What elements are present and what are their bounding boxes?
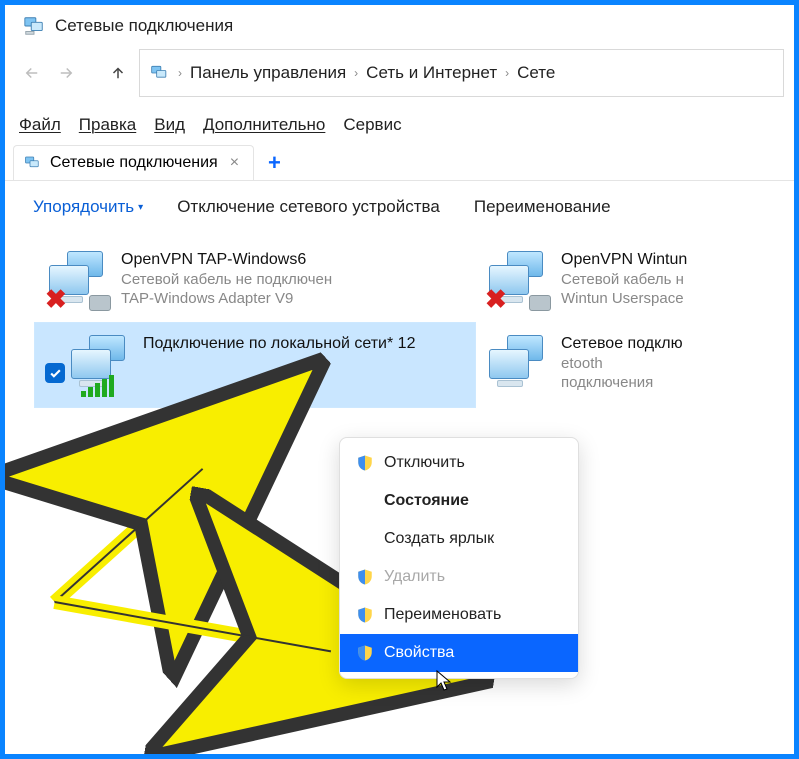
shield-icon	[356, 644, 374, 662]
cursor-icon	[435, 669, 455, 698]
rename-button[interactable]: Переименование	[474, 197, 611, 217]
ctx-disable[interactable]: Отключить	[340, 444, 578, 482]
menu-service[interactable]: Сервис	[343, 115, 401, 135]
nav-up-button[interactable]	[105, 60, 131, 86]
connection-status: Сетевой кабель н	[561, 271, 687, 288]
address-icon	[150, 63, 170, 83]
connection-item[interactable]: ✖ OpenVPN Wintun Сетевой кабель н Wintun…	[475, 239, 735, 323]
connection-status: etooth	[561, 355, 683, 372]
nav-row: › Панель управления › Сеть и Интернет › …	[5, 43, 794, 97]
toolbar: Упорядочить ▾ Отключение сетевого устрой…	[5, 181, 794, 233]
connection-adapter: Wintun Userspace	[561, 290, 687, 307]
connection-name: Подключение по локальной сети* 12	[143, 335, 415, 353]
breadcrumb-seg-1[interactable]: Сеть и Интернет	[366, 63, 497, 83]
network-connected-icon	[67, 333, 131, 397]
breadcrumb-seg-0[interactable]: Панель управления	[190, 63, 346, 83]
connection-status: Сетевой кабель не подключен	[121, 271, 332, 288]
connection-adapter: TAP-Windows Adapter V9	[121, 290, 332, 307]
context-menu: Отключить Состояние Создать ярлык Удалит…	[339, 437, 579, 679]
ctx-label: Отключить	[384, 454, 465, 472]
ctx-status[interactable]: Состояние	[340, 482, 578, 520]
titlebar: Сетевые подключения	[5, 5, 794, 43]
selection-check-icon	[45, 363, 65, 383]
address-bar[interactable]: › Панель управления › Сеть и Интернет › …	[139, 49, 784, 97]
menu-edit[interactable]: Правка	[79, 115, 136, 135]
network-disconnected-icon: ✖	[45, 249, 109, 313]
connection-adapter: подключения	[561, 374, 683, 391]
nav-back-button[interactable]	[19, 60, 45, 86]
menubar: Файл Правка Вид Дополнительно Сервис	[5, 97, 794, 145]
ctx-properties[interactable]: Свойства	[340, 634, 578, 672]
ctx-label: Состояние	[384, 492, 469, 510]
shield-icon	[356, 606, 374, 624]
tab-icon	[24, 154, 42, 172]
network-disconnected-icon: ✖	[485, 249, 549, 313]
connection-item-selected[interactable]: Подключение по локальной сети* 12	[35, 323, 475, 407]
ctx-delete[interactable]: Удалить	[340, 558, 578, 596]
ctx-label: Свойства	[384, 644, 454, 662]
window-title: Сетевые подключения	[55, 16, 233, 36]
menu-file[interactable]: Файл	[19, 115, 61, 135]
tabstrip: Сетевые подключения × +	[5, 145, 794, 181]
menu-extra[interactable]: Дополнительно	[203, 115, 325, 135]
shield-icon	[356, 454, 374, 472]
tab-close-button[interactable]: ×	[226, 154, 243, 172]
connections-grid: ✖ OpenVPN TAP-Windows6 Сетевой кабель не…	[5, 233, 794, 407]
ctx-label: Удалить	[384, 568, 445, 586]
ctx-rename[interactable]: Переименовать	[340, 596, 578, 634]
disable-device-button[interactable]: Отключение сетевого устройства	[177, 197, 440, 217]
connection-item[interactable]: Сетевое подклю etooth подключения	[475, 323, 735, 407]
network-icon	[485, 333, 549, 397]
chevron-right-icon: ›	[354, 66, 358, 80]
dropdown-caret-icon: ▾	[138, 202, 143, 213]
chevron-right-icon: ›	[505, 66, 509, 80]
connection-name: OpenVPN Wintun	[561, 251, 687, 269]
tab-network-connections[interactable]: Сетевые подключения ×	[13, 145, 254, 180]
ctx-create-shortcut[interactable]: Создать ярлык	[340, 520, 578, 558]
nav-forward-button[interactable]	[53, 60, 79, 86]
tab-label: Сетевые подключения	[50, 154, 218, 172]
menu-view[interactable]: Вид	[154, 115, 185, 135]
ctx-label: Создать ярлык	[384, 530, 494, 548]
connection-name: Сетевое подклю	[561, 335, 683, 353]
breadcrumb-seg-2[interactable]: Сете	[517, 63, 555, 83]
ctx-label: Переименовать	[384, 606, 501, 624]
new-tab-button[interactable]: +	[258, 150, 291, 176]
shield-icon	[356, 568, 374, 586]
chevron-right-icon: ›	[178, 66, 182, 80]
app-icon	[23, 15, 45, 37]
connection-name: OpenVPN TAP-Windows6	[121, 251, 332, 269]
organize-button[interactable]: Упорядочить ▾	[33, 197, 143, 217]
connection-item[interactable]: ✖ OpenVPN TAP-Windows6 Сетевой кабель не…	[35, 239, 475, 323]
